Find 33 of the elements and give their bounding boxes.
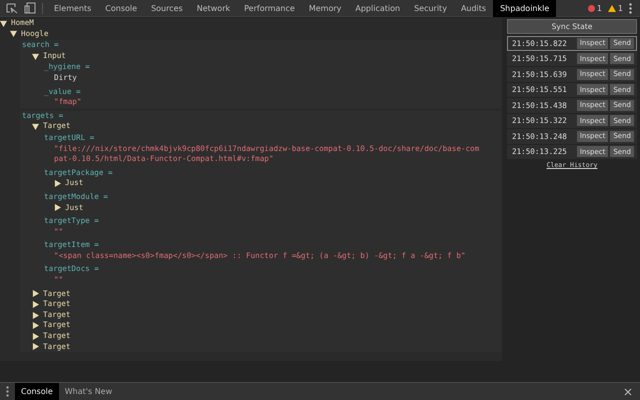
warning-icon — [608, 4, 616, 12]
expanded-triangle-icon[interactable] — [32, 123, 39, 130]
expanded-triangle-icon[interactable] — [0, 20, 7, 27]
panel-tab[interactable]: Sources — [144, 0, 190, 16]
panel-tab[interactable]: Security — [407, 0, 454, 16]
panel-tab[interactable]: Audits — [454, 0, 494, 16]
collapsed-triangle-icon[interactable] — [32, 332, 39, 340]
collapsed-triangle-icon[interactable] — [32, 301, 39, 308]
expanded-triangle-icon[interactable] — [10, 30, 17, 38]
error-count: 1 — [596, 4, 602, 12]
device-icon[interactable] — [24, 2, 38, 14]
collapsed-triangle-icon[interactable] — [32, 322, 39, 330]
expanded-triangle-icon[interactable] — [32, 52, 39, 60]
collapsed-triangle-icon[interactable] — [32, 343, 39, 350]
panel-tab[interactable]: Memory — [302, 0, 348, 16]
error-icon — [588, 4, 595, 12]
collapsed-triangle-icon[interactable] — [32, 312, 39, 319]
panel-tab[interactable]: Shpadoinkle — [493, 0, 556, 16]
warning-count: 1 — [618, 4, 623, 12]
panel-tab[interactable]: Elements — [47, 0, 98, 16]
panel-tab[interactable]: Application — [348, 0, 408, 16]
panel-tab[interactable]: Console — [98, 0, 144, 16]
menu-icon[interactable] — [629, 2, 632, 14]
collapsed-triangle-icon[interactable] — [54, 204, 61, 212]
menu-icon[interactable] — [6, 386, 9, 397]
inspect-cursor-icon[interactable] — [5, 2, 19, 14]
close-icon[interactable] — [624, 388, 632, 396]
collapsed-triangle-icon[interactable] — [54, 180, 61, 188]
panel-tab[interactable]: Performance — [237, 0, 302, 16]
drawer-tab[interactable]: Console — [15, 383, 59, 400]
collapsed-triangle-icon[interactable] — [32, 290, 39, 298]
panel-tab[interactable]: Network — [190, 0, 238, 16]
drawer-tab[interactable]: What's New — [58, 383, 118, 400]
